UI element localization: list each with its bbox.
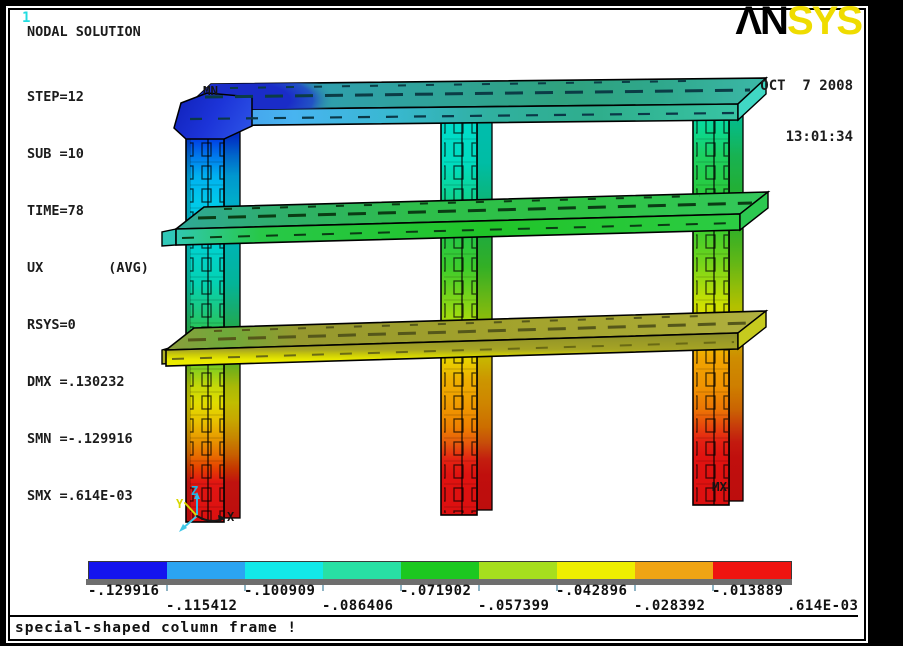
legend-segment (245, 562, 323, 579)
info-line-smn: SMN =-.129916 (27, 430, 149, 449)
ansys-graphics-window: 1 NODAL SOLUTION STEP=12 SUB =10 TIME=78… (0, 0, 903, 646)
legend-value: -.042896 (556, 583, 627, 599)
info-line-step: STEP=12 (27, 88, 149, 107)
ansys-logo-sys: SYS (787, 0, 861, 43)
result-title: NODAL SOLUTION (27, 24, 141, 40)
legend-value: -.057399 (478, 598, 549, 614)
info-line-sub: SUB =10 (27, 145, 149, 164)
date-text: OCT 7 2008 (760, 78, 853, 95)
info-line-smx: SMX =.614E-03 (27, 487, 149, 506)
legend-value: .614E-03 (787, 598, 858, 614)
info-line-time: TIME=78 (27, 202, 149, 221)
max-node-label: MX (712, 479, 727, 494)
triad-y-label: Y (176, 497, 183, 511)
legend-tick (322, 585, 324, 591)
info-line-component: UX (AVG) (27, 259, 149, 278)
datetime: OCT 7 2008 13:01:34 (760, 44, 853, 180)
info-line-dmx: DMX =.130232 (27, 373, 149, 392)
contour-legend-bar (88, 561, 792, 580)
triad-z-label: Z (191, 484, 198, 498)
legend-value: -.086406 (322, 598, 393, 614)
legend-value: -.115412 (166, 598, 237, 614)
info-line-rsys: RSYS=0 (27, 316, 149, 335)
min-node-label: MN (203, 83, 218, 98)
legend-segment (401, 562, 479, 579)
legend-value: -.100909 (244, 583, 315, 599)
legend-segment (713, 562, 791, 579)
triad-x-label: X (227, 510, 234, 524)
ansys-logo-an: ΛN (735, 0, 787, 43)
caption-divider (8, 615, 858, 617)
legend-value: -.129916 (88, 583, 159, 599)
legend-segment (557, 562, 635, 579)
legend-value: -.028392 (634, 598, 705, 614)
caption-text: special-shaped column frame ! (15, 620, 297, 636)
legend-segment (89, 562, 167, 579)
legend-segment (635, 562, 713, 579)
legend-tick (634, 585, 636, 591)
legend-tick (478, 585, 480, 591)
legend-value: -.013889 (712, 583, 783, 599)
legend-segment (323, 562, 401, 579)
legend-segment (479, 562, 557, 579)
legend-tick (166, 585, 168, 591)
ansys-logo: ΛNSYS (735, 2, 861, 40)
time-text: 13:01:34 (760, 129, 853, 146)
legend-value: -.071902 (400, 583, 471, 599)
legend-segment (167, 562, 245, 579)
analysis-info: STEP=12 SUB =10 TIME=78 UX (AVG) RSYS=0 … (27, 50, 149, 544)
